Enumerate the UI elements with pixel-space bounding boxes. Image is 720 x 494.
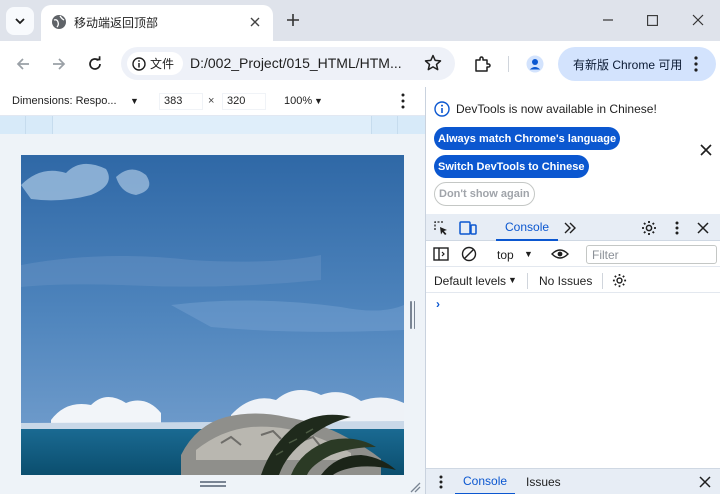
gear-icon — [612, 273, 626, 287]
forward-button[interactable] — [46, 51, 72, 77]
sidebar-toggle-button[interactable] — [432, 245, 450, 263]
console-toolbar: top ▼ Filter — [426, 242, 720, 267]
star-icon[interactable] — [423, 53, 443, 73]
close-window-button[interactable] — [681, 7, 715, 33]
site-chip-label: 文件 — [150, 57, 175, 71]
drawer-tab-console[interactable]: Console — [455, 469, 516, 494]
language-banner: DevTools is now available in Chinese! — [434, 101, 657, 117]
back-icon — [16, 58, 29, 70]
zoom-select[interactable]: 100% — [284, 95, 312, 107]
tab-strip: 移动端返回顶部 — [0, 0, 720, 41]
drawer-tab-issues[interactable]: Issues — [526, 469, 561, 494]
dont-show-again-button[interactable]: Don't show again — [434, 182, 535, 206]
height-input[interactable]: 320 — [222, 93, 266, 110]
reload-icon — [89, 56, 101, 70]
console-levels-bar: Default levels ▼ No Issues — [426, 268, 720, 293]
close-icon — [250, 17, 260, 27]
more-vert-icon[interactable] — [398, 92, 408, 110]
url-text[interactable]: D:/002_Project/015_HTML/HTM... — [190, 55, 402, 71]
console-prompt[interactable]: › — [436, 297, 440, 311]
info-icon — [132, 56, 146, 71]
inspect-icon — [434, 221, 447, 235]
settings-button[interactable] — [640, 219, 658, 237]
context-dropdown-icon[interactable]: ▼ — [524, 249, 533, 259]
dimensions-select[interactable]: Dimensions: Respo... — [12, 95, 117, 107]
profile-icon — [526, 55, 544, 73]
devtools-menu-button[interactable] — [668, 219, 686, 237]
info-icon — [434, 101, 450, 117]
levels-dropdown-icon[interactable]: ▼ — [508, 275, 517, 285]
minimize-button[interactable] — [591, 7, 625, 33]
more-tabs-button[interactable] — [561, 219, 579, 237]
close-tab-button[interactable] — [245, 12, 265, 32]
viewport-bottom-handle[interactable] — [200, 481, 226, 487]
eye-icon — [551, 249, 569, 259]
inspect-button[interactable] — [432, 219, 450, 237]
forward-icon — [53, 58, 66, 70]
more-vert-icon — [694, 56, 698, 72]
close-icon — [699, 476, 711, 488]
browser-toolbar: 文件 D:/002_Project/015_HTML/HTM... 有新版 Ch… — [0, 41, 720, 87]
devtools-panel: DevTools is now available in Chinese! Al… — [425, 87, 720, 494]
tab-search-button[interactable] — [6, 7, 34, 35]
globe-icon — [52, 15, 66, 29]
close-devtools-button[interactable] — [694, 219, 712, 237]
clear-icon — [461, 246, 477, 262]
issues-counter[interactable]: No Issues — [539, 274, 592, 288]
device-toolbar: Dimensions: Respo... ▼ 383 × 320 100% ▼ — [0, 87, 425, 116]
more-vert-icon — [439, 475, 443, 489]
context-select[interactable]: top — [497, 248, 514, 262]
chrome-update-button[interactable]: 有新版 Chrome 可用 — [558, 47, 716, 81]
reload-button[interactable] — [82, 51, 108, 77]
address-bar[interactable]: 文件 D:/002_Project/015_HTML/HTM... — [121, 47, 455, 80]
clear-console-button[interactable] — [460, 245, 478, 263]
live-expression-button[interactable] — [551, 245, 569, 263]
update-label: 有新版 Chrome 可用 — [573, 57, 683, 72]
extensions-button[interactable] — [469, 51, 495, 77]
match-language-button[interactable]: Always match Chrome's language — [434, 127, 621, 150]
minimize-icon — [603, 19, 613, 21]
maximize-icon — [646, 14, 658, 26]
plus-icon — [287, 14, 299, 26]
profile-button[interactable] — [522, 51, 548, 77]
new-tab-button[interactable] — [282, 9, 304, 31]
dimensions-dropdown-icon[interactable]: ▼ — [130, 96, 139, 106]
page-viewport[interactable] — [21, 155, 404, 475]
media-query-bar[interactable] — [0, 116, 425, 134]
dimensions-separator: × — [208, 95, 215, 107]
corner-resize-icon[interactable] — [407, 479, 421, 493]
switch-language-button[interactable]: Switch DevTools to Chinese — [434, 155, 589, 178]
close-icon[interactable] — [699, 143, 713, 157]
more-tabs-icon — [564, 222, 576, 234]
banner-message: DevTools is now available in Chinese! — [456, 102, 657, 116]
close-icon — [692, 14, 704, 26]
maximize-button[interactable] — [635, 7, 669, 33]
beach-photo — [21, 155, 404, 475]
devtools-tabbar: Console — [426, 214, 720, 241]
console-settings-button[interactable] — [610, 271, 628, 289]
width-input[interactable]: 383 — [159, 93, 203, 110]
tab-title: 移动端返回顶部 — [74, 16, 159, 30]
drawer-tabbar: Console Issues — [426, 468, 720, 494]
zoom-dropdown-icon[interactable]: ▼ — [314, 96, 323, 106]
close-drawer-button[interactable] — [696, 473, 714, 491]
extensions-icon — [475, 56, 491, 72]
drawer-menu-button[interactable] — [432, 473, 450, 491]
viewport-resize-handle[interactable] — [410, 301, 415, 329]
site-info-chip[interactable]: 文件 — [127, 52, 183, 75]
sidebar-icon — [433, 247, 449, 261]
chevron-down-icon — [15, 18, 25, 25]
log-levels-select[interactable]: Default levels — [434, 274, 506, 288]
back-button[interactable] — [10, 51, 36, 77]
tab-console[interactable]: Console — [496, 214, 559, 241]
close-icon — [697, 222, 709, 234]
filter-input[interactable]: Filter — [586, 245, 717, 264]
emulation-canvas — [0, 134, 425, 494]
more-vert-icon — [675, 221, 679, 235]
device-toggle-icon — [459, 221, 477, 235]
gear-icon — [642, 221, 656, 235]
device-toggle-button[interactable] — [459, 219, 477, 237]
browser-tab[interactable]: 移动端返回顶部 — [41, 5, 273, 41]
